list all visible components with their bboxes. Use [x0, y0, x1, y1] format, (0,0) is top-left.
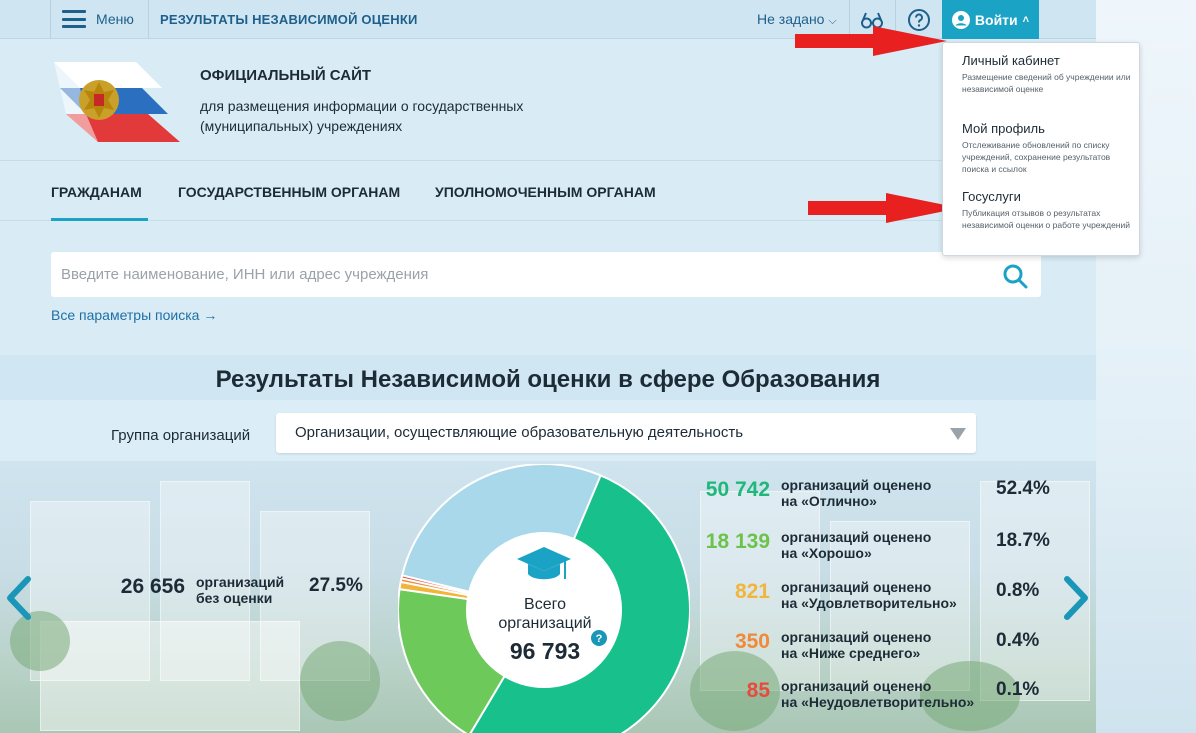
section-title[interactable]: РЕЗУЛЬТАТЫ НЕЗАВИСИМОЙ ОЦЕНКИ — [160, 12, 418, 27]
stat-label[interactable]: организаций оценено на «Отлично» — [781, 477, 931, 509]
login-dropdown: Личный кабинет Размещение сведений об уч… — [942, 42, 1140, 256]
menu-button[interactable]: Меню — [62, 10, 134, 28]
login-label: Войти — [974, 11, 1018, 28]
user-icon — [951, 10, 970, 29]
region-label: Не задано — [757, 11, 825, 27]
unrated-count: 26 656 — [120, 575, 185, 598]
group-select-value: Организации, осуществляющие образователь… — [295, 424, 744, 441]
menu-label: Меню — [96, 11, 134, 27]
red-arrow-annotation — [808, 193, 960, 223]
carousel-prev-arrow[interactable] — [4, 575, 34, 621]
stat-count: 821 — [734, 580, 770, 603]
stat-pct: 18.7% — [996, 530, 1050, 551]
page: Меню РЕЗУЛЬТАТЫ НЕЗАВИСИМОЙ ОЦЕНКИ Не за… — [0, 0, 1096, 733]
stat-count: 350 — [734, 630, 770, 653]
advanced-search-link[interactable]: Все параметры поиска → — [51, 307, 217, 323]
results-title: Результаты Независимой оценки в сфере Об… — [215, 366, 881, 393]
site-header: ОФИЦИАЛЬНЫЙ САЙТ для размещения информац… — [0, 39, 1096, 161]
active-tab-indicator — [51, 218, 148, 221]
red-arrow-annotation — [795, 26, 947, 56]
stat-count: 85 — [746, 679, 770, 702]
login-button[interactable]: Войти ˄ — [942, 0, 1039, 39]
stat-pct: 52.4% — [996, 478, 1050, 499]
graduation-cap-icon — [517, 547, 571, 580]
dropdown-item-profile[interactable]: Мой профиль Отслеживание обновлений по с… — [962, 121, 1132, 175]
nav-item-citizens[interactable]: ГРАЖДАНАМ — [51, 184, 142, 200]
total-label-1: Всего — [524, 596, 566, 613]
stat-label[interactable]: организаций оценено на «Хорошо» — [781, 529, 931, 561]
svg-text:?: ? — [596, 633, 603, 645]
logo[interactable] — [50, 58, 184, 144]
search-box — [51, 252, 1041, 297]
search-icon[interactable] — [1002, 263, 1028, 289]
stat-pct: 0.8% — [996, 580, 1040, 601]
dropdown-arrow-icon — [950, 428, 966, 440]
carousel-next-arrow[interactable] — [1061, 575, 1091, 621]
site-title: ОФИЦИАЛЬНЫЙ САЙТ — [200, 67, 372, 84]
nav-item-authorized[interactable]: УПОЛНОМОЧЕННЫМ ОРГАНАМ — [435, 184, 656, 200]
dropdown-item-gosuslugi[interactable]: Госуслуги Публикация отзывов о результат… — [962, 189, 1132, 231]
dropdown-item-cabinet[interactable]: Личный кабинет Размещение сведений об уч… — [962, 53, 1132, 95]
search-input[interactable] — [51, 252, 991, 297]
group-select[interactable]: Организации, осуществляющие образователь… — [276, 413, 976, 453]
stat-label[interactable]: организаций оценено на «Неудовлетворитель… — [781, 678, 974, 710]
site-subtitle: для размещения информации о государствен… — [200, 98, 524, 134]
nav-item-government[interactable]: ГОСУДАРСТВЕННЫМ ОРГАНАМ — [178, 184, 400, 200]
unrated-label: организаций без оценки — [196, 574, 285, 606]
stat-pct: 0.4% — [996, 630, 1040, 651]
stat-count: 18 139 — [705, 530, 770, 553]
stat-count: 50 742 — [705, 478, 770, 501]
stat-pct: 0.1% — [996, 679, 1040, 700]
group-label: Группа организаций — [111, 427, 251, 444]
chevron-up-icon: ˄ — [1022, 13, 1030, 26]
stat-label[interactable]: организаций оценено на «Ниже среднего» — [781, 629, 931, 661]
stat-label[interactable]: организаций оценено на «Удовлетворительно… — [781, 579, 957, 611]
unrated-pct: 27.5% — [309, 575, 363, 596]
divider — [50, 0, 51, 39]
question-icon[interactable]: ? — [591, 630, 607, 646]
divider — [148, 0, 149, 39]
hamburger-icon — [62, 10, 86, 28]
